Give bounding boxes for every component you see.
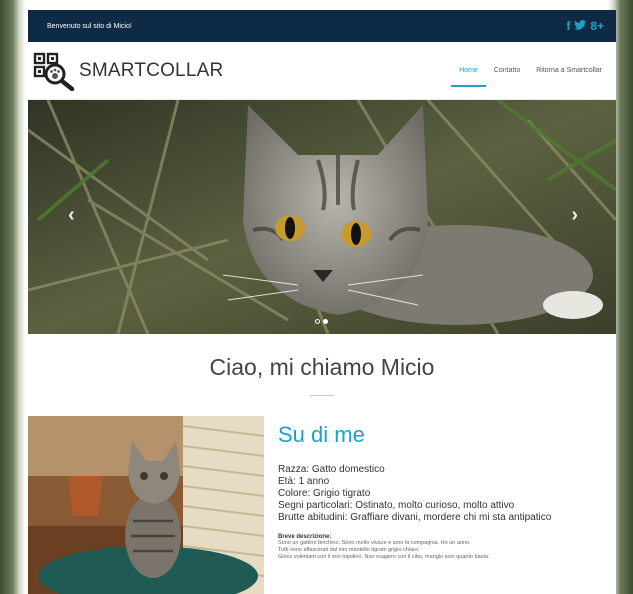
detail-breed: Razza: Gatto domestico: [278, 464, 385, 475]
intro-section: Ciao, mi chiamo Micio: [28, 334, 616, 416]
site-header: SMARTCOLLAR Home Contatto Ritorna a Smar…: [28, 42, 616, 100]
description-line: Tutti sono affascinati dal mio mantello …: [278, 547, 420, 553]
detail-age: Età: 1 anno: [278, 476, 330, 487]
kitten-photo: [28, 416, 264, 594]
carousel-indicators: [315, 319, 328, 324]
carousel-dot-active[interactable]: [323, 319, 328, 324]
hero-carousel: ‹ ›: [28, 100, 616, 334]
detail-bad-habits: Brutte abitudini: Graffiare divani, mord…: [278, 512, 552, 523]
carousel-prev-button[interactable]: ‹: [68, 204, 75, 227]
detail-traits: Segni particolari: Ostinato, molto curio…: [278, 500, 515, 511]
description-line: Sono un gattino birichino. Sono molto vi…: [278, 540, 471, 546]
nav-contatto[interactable]: Contatto: [486, 42, 528, 99]
top-bar: Benvenuto sul sito di Micio! f 8+: [28, 10, 616, 42]
twitter-icon[interactable]: [574, 20, 587, 32]
about-title: Su di me: [278, 422, 365, 447]
page-title: Ciao, mi chiamo Micio: [209, 354, 435, 380]
googleplus-icon[interactable]: 8+: [590, 20, 604, 32]
welcome-text: Benvenuto sul sito di Micio!: [47, 22, 132, 30]
facebook-icon[interactable]: f: [566, 20, 570, 32]
carousel-dot[interactable]: [315, 319, 320, 324]
social-links: f 8+: [566, 20, 604, 32]
cat-hero-image: [28, 100, 616, 334]
carousel-next-button[interactable]: ›: [571, 204, 578, 227]
about-section: Su di me Razza: Gatto domestico Età: 1 a…: [28, 416, 616, 594]
title-divider: [310, 395, 334, 396]
main-nav: Home Contatto Ritorna a Smartcollar: [451, 42, 610, 99]
nav-ritorna-smartcollar[interactable]: Ritorna a Smartcollar: [528, 42, 610, 99]
brand-logo[interactable]: SMARTCOLLAR: [32, 51, 223, 91]
description-line: Gioco volentieri con il mio topolino. No…: [278, 554, 490, 560]
page-frame: Benvenuto sul sito di Micio! f 8+ SMARTC…: [28, 10, 616, 594]
qr-magnifier-icon: [33, 52, 75, 91]
detail-color: Colore: Grigio tigrato: [278, 488, 371, 499]
cat-details: Razza: Gatto domestico Età: 1 anno Color…: [278, 464, 616, 524]
nav-home[interactable]: Home: [451, 42, 486, 99]
brand-name: SMARTCOLLAR: [79, 59, 224, 81]
about-text: Su di me Razza: Gatto domestico Età: 1 a…: [264, 416, 616, 594]
